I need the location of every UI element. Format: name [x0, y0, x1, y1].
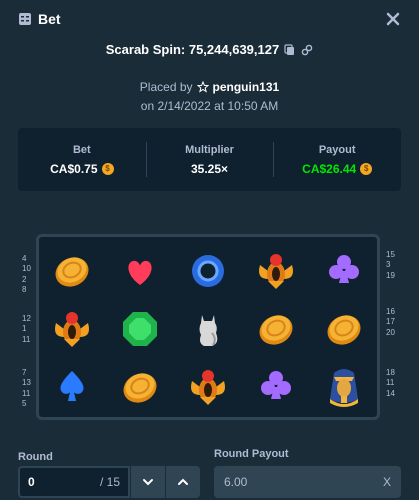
scarab-icon [55, 312, 89, 347]
payline-number: 10 [22, 264, 31, 274]
username-link[interactable]: penguin131 [213, 80, 280, 94]
payline-number: 2 [22, 274, 27, 284]
stat-multiplier: Multiplier 35.25× [145, 128, 274, 191]
slot-symbol-coin [319, 304, 369, 354]
coin-icon [123, 373, 157, 403]
payline-number: 1 [22, 324, 27, 334]
modal-header: Bet [0, 0, 419, 38]
payline-number: 20 [386, 327, 395, 337]
stat-payout-value-row: CA$26.44 $ [302, 161, 373, 176]
payline-number: 5 [22, 398, 27, 408]
stat-payout: Payout CA$26.44 $ [273, 128, 401, 191]
slot-symbol-scarab [251, 246, 301, 296]
coin-icon [327, 315, 361, 345]
stat-multiplier-value: 35.25× [190, 161, 229, 176]
slot-symbol-coin [115, 362, 165, 412]
round-input[interactable]: 0 / 15 [18, 466, 130, 498]
spin-id: Scarab Spin: 75,244,639,127 [0, 42, 419, 57]
payline-number: 13 [22, 378, 31, 388]
payline-number: 15 [386, 250, 395, 259]
copy-icon[interactable] [284, 43, 296, 56]
chevron-up-icon [178, 478, 188, 485]
round-prev-button[interactable] [131, 466, 165, 498]
payline-numbers-left-top: 4 10 2 8 [22, 254, 31, 295]
slot-symbol-coin [251, 304, 301, 354]
round-next-button[interactable] [166, 466, 200, 498]
payline-numbers-left-bot: 7 13 11 5 [22, 368, 31, 409]
scarab-icon [191, 370, 225, 405]
payline-numbers-right-mid: 16 17 20 [386, 307, 395, 338]
slot-symbol-heart [115, 246, 165, 296]
payline-number: 16 [386, 307, 395, 316]
round-payout-value: 6.00 [224, 475, 248, 489]
payline-number: 19 [386, 270, 395, 280]
scarab-icon [259, 254, 293, 289]
payline-number: 12 [22, 314, 31, 323]
stat-bet-value: CA$0.75 [50, 161, 98, 176]
stat-bet-label: Bet [72, 143, 91, 156]
slot-symbol-club [251, 362, 301, 412]
cat-icon [199, 315, 218, 346]
round-payout-field: 6.00 X [214, 466, 401, 498]
payline-number: 11 [22, 388, 31, 398]
round-payout-clear: X [382, 475, 391, 489]
placed-by: Placed by penguin131 [0, 80, 419, 94]
payline-number: 18 [386, 368, 395, 377]
modal-title: Bet [38, 11, 61, 27]
stat-bet: Bet CA$0.75 $ [18, 128, 146, 191]
spade-icon [60, 371, 84, 401]
close-icon[interactable] [385, 11, 401, 27]
emerald-icon [123, 312, 157, 346]
currency-coin-icon: $ [101, 162, 114, 175]
stat-multiplier-label: Multiplier [185, 143, 234, 156]
slot-symbol-scarab [183, 362, 233, 412]
slot-symbol-scarab [47, 304, 97, 354]
slot-symbol-pharaoh [319, 362, 369, 412]
payline-number: 11 [386, 378, 395, 388]
stat-payout-label: Payout [318, 143, 356, 156]
spin-id-label: Scarab Spin: 75,244,639,127 [105, 42, 280, 57]
club-icon [261, 371, 291, 399]
payline-numbers-right-top: 15 3 19 [386, 250, 395, 281]
club-icon [329, 255, 359, 283]
bet-stats: Bet CA$0.75 $ Multiplier 35.25× Payout C… [18, 128, 401, 191]
pharaoh-icon [330, 369, 358, 407]
bet-receipt-icon [19, 13, 31, 25]
round-payout-label: Round Payout [214, 448, 289, 460]
slot-symbol-club [319, 246, 369, 296]
slot-symbol-coin [47, 246, 97, 296]
payline-number: 14 [386, 388, 395, 398]
bet-date: on 2/14/2022 at 10:50 AM [140, 99, 279, 113]
payline-number: 11 [22, 334, 31, 344]
placed-by-prefix: Placed by [139, 80, 193, 94]
star-icon [196, 81, 209, 93]
slot-symbol-ring [183, 246, 233, 296]
payline-numbers-left-mid: 12 1 11 [22, 314, 31, 345]
round-label: Round [18, 451, 53, 463]
ring-icon [192, 255, 224, 287]
slot-symbol-spade [47, 362, 97, 412]
chevron-down-icon [143, 479, 153, 486]
link-icon[interactable] [301, 44, 313, 56]
slot-symbol-emerald [115, 304, 165, 354]
payline-number: 3 [386, 260, 391, 270]
heart-icon [128, 260, 152, 285]
slot-symbol-cat [183, 304, 233, 354]
payline-numbers-right-bot: 18 11 14 [386, 368, 395, 399]
payline-number: 7 [22, 368, 27, 377]
currency-coin-icon: $ [360, 162, 373, 175]
stat-bet-value-row: CA$0.75 $ [50, 161, 114, 176]
coin-icon [259, 315, 293, 345]
coin-icon [55, 257, 89, 287]
round-total: / 15 [99, 475, 120, 489]
stat-payout-value: CA$26.44 [302, 161, 357, 176]
slot-reels [36, 234, 380, 420]
round-value: 0 [28, 475, 35, 489]
payline-number: 17 [386, 317, 395, 327]
payline-number: 4 [22, 254, 27, 263]
payline-number: 8 [22, 284, 27, 294]
